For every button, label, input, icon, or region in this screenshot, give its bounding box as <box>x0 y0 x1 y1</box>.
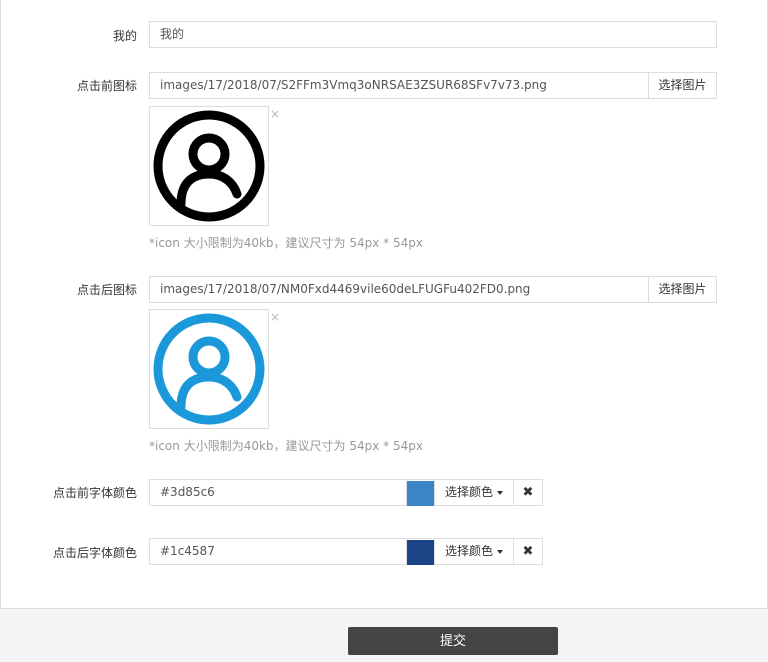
user-circle-icon <box>153 313 265 425</box>
before-color-swatch-fill <box>407 481 434 506</box>
after-color-select-label: 选择颜色 <box>444 544 493 558</box>
caret-down-icon <box>497 549 503 554</box>
after-icon-remove-icon[interactable]: × <box>270 311 280 323</box>
after-color-swatch[interactable] <box>407 538 435 565</box>
close-icon: ✖ <box>522 544 534 559</box>
after-color-clear-button[interactable]: ✖ <box>514 538 543 565</box>
after-icon-path-input[interactable]: images/17/2018/07/NM0Fxd4469vile60deLFUG… <box>149 276 649 303</box>
after-icon-hint: *icon 大小限制为40kb，建议尺寸为 54px * 54px <box>149 439 423 453</box>
before-color-clear-button[interactable]: ✖ <box>514 479 543 506</box>
submit-button[interactable]: 提交 <box>348 627 558 655</box>
mine-label: 我的 <box>112 29 137 43</box>
before-icon-path-input[interactable]: images/17/2018/07/S2FFm3Vmq3oNRSAE3ZSUR6… <box>149 72 649 99</box>
after-icon-preview <box>149 309 269 429</box>
before-color-label: 点击前字体颜色 <box>52 486 137 500</box>
before-icon-hint: *icon 大小限制为40kb，建议尺寸为 54px * 54px <box>149 236 423 250</box>
after-icon-label: 点击后图标 <box>76 283 137 297</box>
caret-down-icon <box>497 490 503 495</box>
form-panel: 我的 我的 点击前图标 images/17/2018/07/S2FFm3Vmq3… <box>0 0 768 609</box>
user-circle-icon <box>153 110 265 222</box>
before-icon-label: 点击前图标 <box>76 79 137 93</box>
before-color-select-label: 选择颜色 <box>444 485 493 499</box>
mine-input[interactable]: 我的 <box>149 21 717 48</box>
before-color-select-button[interactable]: 选择颜色 <box>435 479 514 506</box>
before-icon-remove-icon[interactable]: × <box>270 108 280 120</box>
after-color-label: 点击后字体颜色 <box>52 546 137 560</box>
after-color-swatch-fill <box>407 540 434 565</box>
close-icon: ✖ <box>522 485 534 500</box>
before-color-swatch[interactable] <box>407 479 435 506</box>
after-color-input[interactable]: #1c4587 <box>149 538 407 565</box>
before-icon-select-button[interactable]: 选择图片 <box>649 72 717 99</box>
before-icon-preview <box>149 106 269 226</box>
after-color-select-button[interactable]: 选择颜色 <box>435 538 514 565</box>
after-icon-select-button[interactable]: 选择图片 <box>649 276 717 303</box>
before-color-input[interactable]: #3d85c6 <box>149 479 407 506</box>
